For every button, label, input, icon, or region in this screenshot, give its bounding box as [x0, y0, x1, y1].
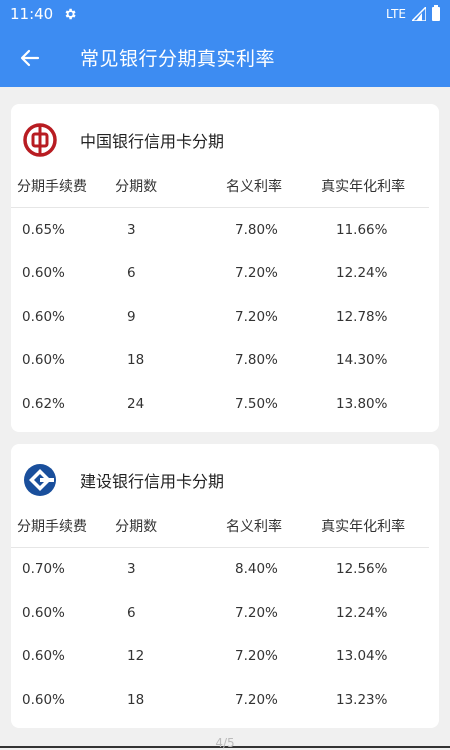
table-row: 0.60% 12 7.20% 13.04% — [11, 635, 439, 679]
cell-real: 12.24% — [336, 604, 388, 621]
col-header-fee: 分期手续费 — [17, 518, 87, 535]
cell-periods: 12 — [127, 648, 145, 665]
table-row: 0.62% 24 7.50% 13.80% — [11, 382, 439, 426]
card-header: 中国银行信用卡分期 — [11, 104, 439, 176]
col-header-nominal: 名义利率 — [225, 179, 282, 195]
cell-nominal: 7.20% — [235, 308, 278, 325]
cell-nominal: 7.20% — [235, 691, 278, 708]
cell-real: 11.66% — [336, 221, 388, 238]
col-header-real: 真实年化利率 — [321, 518, 406, 535]
table-row: 0.60% 18 7.20% 13.23% — [11, 678, 439, 722]
cell-fee: 0.60% — [22, 265, 65, 282]
cell-periods: 6 — [127, 265, 136, 282]
cell-periods: 18 — [127, 352, 145, 369]
ccb-logo — [24, 463, 56, 496]
network-label: LTE — [386, 7, 406, 21]
cell-fee: 0.60% — [22, 648, 65, 665]
cell-fee: 0.65% — [22, 221, 65, 238]
bank-name: 中国银行信用卡分期 — [80, 132, 225, 151]
bank-card: 中国银行信用卡分期 分期手续费 分期数 名义利率 真实年化利率 0.65% 3 … — [11, 104, 439, 432]
arrow-left-icon — [20, 49, 40, 66]
cell-fee: 0.60% — [22, 352, 65, 369]
col-header-nominal: 名义利率 — [225, 518, 282, 535]
cell-real: 13.80% — [336, 395, 388, 412]
cell-real: 13.23% — [336, 691, 388, 708]
bank-name: 建设银行信用卡分期 — [80, 471, 225, 491]
table-header: 分期手续费 分期数 名义利率 真实年化利率 — [11, 176, 429, 208]
col-header-fee: 分期手续费 — [17, 179, 87, 195]
cell-nominal: 7.20% — [235, 265, 278, 282]
cell-nominal: 7.80% — [235, 352, 278, 369]
status-time: 11:40 — [10, 5, 54, 23]
cell-periods: 6 — [127, 604, 136, 621]
app-bar: 常见银行分期真实利率 — [0, 28, 450, 87]
status-right: LTE — [386, 5, 440, 21]
cell-fee: 0.62% — [22, 395, 65, 412]
status-bar: 11:40 LTE — [0, 0, 450, 28]
table-row: 0.60% 6 7.20% 12.24% — [11, 252, 439, 296]
cell-real: 13.04% — [336, 648, 388, 665]
cell-fee: 0.60% — [22, 691, 65, 708]
cell-fee: 0.60% — [22, 308, 65, 325]
table-row: 0.60% 9 7.20% 12.78% — [11, 295, 439, 339]
cell-fee: 0.70% — [22, 561, 65, 578]
table-row: 0.60% 18 7.80% 14.30% — [11, 339, 439, 383]
page-title: 常见银行分期真实利率 — [80, 48, 276, 70]
col-header-periods: 分期数 — [115, 179, 158, 195]
col-header-periods: 分期数 — [115, 518, 158, 535]
table-header: 分期手续费 分期数 名义利率 真实年化利率 — [11, 516, 429, 548]
boc-logo — [23, 123, 57, 157]
cell-periods: 3 — [127, 221, 136, 238]
cell-nominal: 7.80% — [235, 221, 278, 238]
content-scroll[interactable]: 中国银行信用卡分期 分期手续费 分期数 名义利率 真实年化利率 0.65% 3 … — [0, 87, 450, 750]
cell-nominal: 7.20% — [235, 604, 278, 621]
cell-fee: 0.60% — [22, 604, 65, 621]
battery-icon — [432, 5, 440, 21]
back-button[interactable] — [0, 28, 60, 87]
gear-icon — [65, 8, 76, 20]
cell-periods: 18 — [127, 691, 145, 708]
cell-periods: 9 — [127, 308, 136, 325]
cell-nominal: 7.20% — [235, 648, 278, 665]
page-indicator: 4/5 — [215, 736, 235, 750]
cell-periods: 24 — [127, 395, 145, 412]
table-row: 0.60% 6 7.20% 12.24% — [11, 591, 439, 635]
card-header: 建设银行信用卡分期 — [11, 444, 439, 516]
cell-nominal: 7.50% — [235, 395, 278, 412]
cell-nominal: 8.40% — [235, 561, 278, 578]
cell-real: 12.78% — [336, 308, 388, 325]
cell-periods: 3 — [127, 561, 136, 578]
cell-real: 14.30% — [336, 352, 388, 369]
col-header-real: 真实年化利率 — [321, 179, 406, 195]
cell-real: 12.24% — [336, 265, 388, 282]
table-row: 0.70% 3 8.40% 12.56% — [11, 548, 439, 592]
table-row: 0.65% 3 7.80% 11.66% — [11, 208, 439, 252]
bank-card: 建设银行信用卡分期 分期手续费 分期数 名义利率 真实年化利率 0.70% 3 … — [11, 443, 439, 728]
cell-real: 12.56% — [336, 561, 388, 578]
signal-icon — [412, 7, 426, 21]
